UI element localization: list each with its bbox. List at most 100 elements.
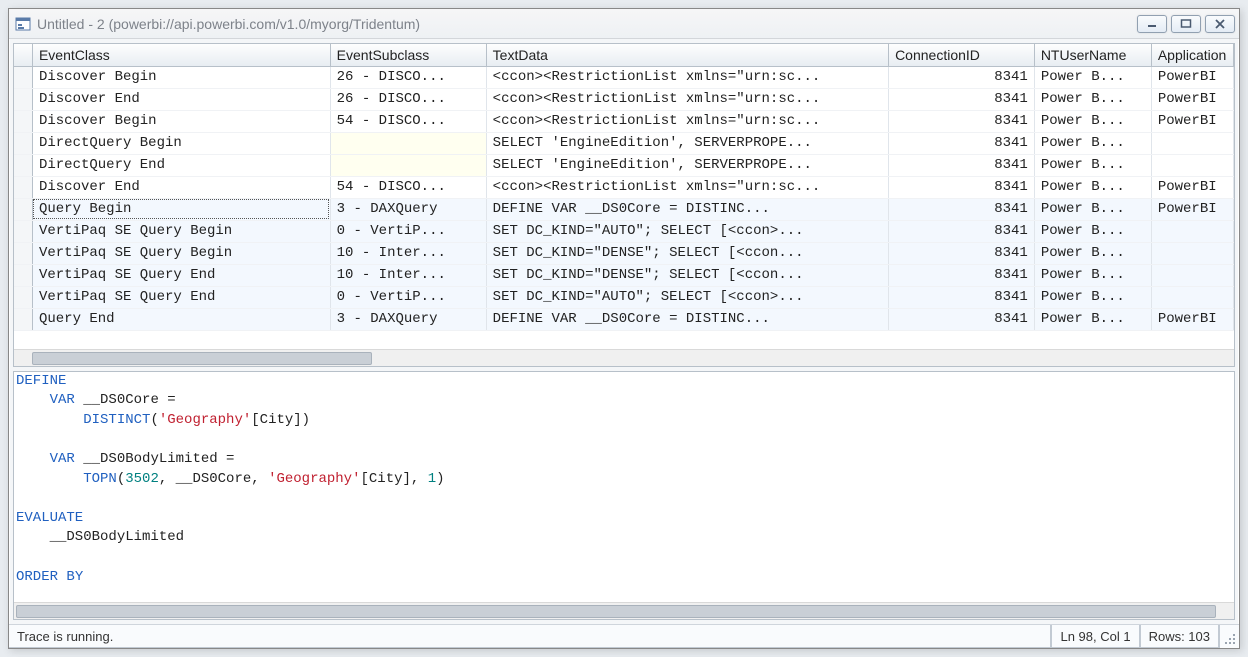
column-header[interactable]: ConnectionID [889,44,1035,66]
cell[interactable]: <ccon><RestrictionList xmlns="urn:sc... [486,110,888,132]
cell[interactable] [14,220,32,242]
titlebar[interactable]: Untitled - 2 (powerbi://api.powerbi.com/… [9,9,1239,39]
detail-text[interactable]: DEFINE VAR __DS0Core = DISTINCT('Geograp… [14,372,1234,602]
cell[interactable]: Power B... [1034,220,1151,242]
cell[interactable]: 54 - DISCO... [330,110,486,132]
table-row[interactable]: DirectQuery End SELECT 'EngineEdition', … [14,154,1234,176]
cell[interactable]: 3 - DAXQuery [330,308,486,330]
column-header[interactable]: EventSubclass [330,44,486,66]
cell[interactable]: PowerBI [1151,308,1233,330]
resize-grip[interactable] [1219,625,1239,648]
column-header[interactable]: NTUserName [1034,44,1151,66]
table-row[interactable]: VertiPaq SE Query Begin10 - Inter...SET … [14,242,1234,264]
cell[interactable] [14,286,32,308]
cell[interactable]: Power B... [1034,242,1151,264]
table-row[interactable]: VertiPaq SE Query End10 - Inter...SET DC… [14,264,1234,286]
table-row[interactable]: VertiPaq SE Query End0 - VertiP...SET DC… [14,286,1234,308]
cell[interactable]: 26 - DISCO... [330,66,486,88]
cell[interactable] [1151,154,1233,176]
cell[interactable]: 8341 [889,308,1035,330]
event-grid-scroll[interactable]: EventClassEventSubclassTextDataConnectio… [14,44,1234,349]
cell[interactable]: SELECT 'EngineEdition', SERVERPROPE... [486,154,888,176]
detail-hscrollbar[interactable] [14,602,1234,619]
cell[interactable]: VertiPaq SE Query Begin [32,220,330,242]
cell[interactable]: 8341 [889,110,1035,132]
column-header[interactable]: TextData [486,44,888,66]
cell[interactable]: 3 - DAXQuery [330,198,486,220]
cell[interactable]: 8341 [889,132,1035,154]
table-row[interactable]: DirectQuery Begin SELECT 'EngineEdition'… [14,132,1234,154]
cell[interactable]: DirectQuery Begin [32,132,330,154]
cell[interactable]: 8341 [889,154,1035,176]
cell[interactable] [14,66,32,88]
detail-hscrollbar-thumb[interactable] [16,605,1216,618]
cell[interactable]: <ccon><RestrictionList xmlns="urn:sc... [486,176,888,198]
table-row[interactable]: VertiPaq SE Query Begin0 - VertiP...SET … [14,220,1234,242]
cell[interactable]: DEFINE VAR __DS0Core = DISTINC... [486,198,888,220]
detail-pane[interactable]: DEFINE VAR __DS0Core = DISTINCT('Geograp… [13,371,1235,620]
cell[interactable] [1151,286,1233,308]
cell[interactable]: 8341 [889,286,1035,308]
cell[interactable]: Query End [32,308,330,330]
cell[interactable]: Power B... [1034,132,1151,154]
table-row[interactable]: Discover End26 - DISCO...<ccon><Restrict… [14,88,1234,110]
cell[interactable]: 26 - DISCO... [330,88,486,110]
cell[interactable] [1151,242,1233,264]
table-row[interactable]: Discover End54 - DISCO...<ccon><Restrict… [14,176,1234,198]
cell[interactable]: 8341 [889,242,1035,264]
cell[interactable]: 8341 [889,88,1035,110]
cell[interactable]: Power B... [1034,176,1151,198]
cell[interactable]: SET DC_KIND="AUTO"; SELECT [<ccon>... [486,220,888,242]
cell[interactable]: 8341 [889,66,1035,88]
cell[interactable]: Discover End [32,176,330,198]
cell[interactable]: VertiPaq SE Query End [32,264,330,286]
event-grid[interactable]: EventClassEventSubclassTextDataConnectio… [13,43,1235,367]
cell[interactable]: Power B... [1034,308,1151,330]
table-row[interactable]: Query Begin3 - DAXQueryDEFINE VAR __DS0C… [14,198,1234,220]
cell[interactable] [14,176,32,198]
cell[interactable] [330,154,486,176]
cell[interactable] [14,198,32,220]
cell[interactable]: PowerBI [1151,66,1233,88]
cell[interactable]: Power B... [1034,286,1151,308]
cell[interactable]: VertiPaq SE Query Begin [32,242,330,264]
cell[interactable]: 8341 [889,198,1035,220]
cell[interactable]: Power B... [1034,264,1151,286]
cell[interactable]: PowerBI [1151,176,1233,198]
table-row[interactable]: Query End3 - DAXQueryDEFINE VAR __DS0Cor… [14,308,1234,330]
cell[interactable] [14,242,32,264]
cell[interactable]: 10 - Inter... [330,242,486,264]
column-header[interactable]: EventClass [32,44,330,66]
cell[interactable]: DirectQuery End [32,154,330,176]
cell[interactable]: 8341 [889,264,1035,286]
cell[interactable]: SET DC_KIND="DENSE"; SELECT [<ccon... [486,264,888,286]
cell[interactable]: Discover Begin [32,110,330,132]
cell[interactable]: Query Begin [32,198,330,220]
close-button[interactable] [1205,15,1235,33]
cell[interactable]: SET DC_KIND="AUTO"; SELECT [<ccon>... [486,286,888,308]
cell[interactable]: Power B... [1034,198,1151,220]
cell[interactable]: 10 - Inter... [330,264,486,286]
column-header[interactable] [14,44,32,66]
cell[interactable]: 8341 [889,220,1035,242]
cell[interactable]: VertiPaq SE Query End [32,286,330,308]
cell[interactable] [1151,264,1233,286]
cell[interactable] [14,154,32,176]
cell[interactable]: 0 - VertiP... [330,286,486,308]
grid-hscrollbar[interactable] [14,349,1234,366]
cell[interactable]: Discover End [32,88,330,110]
cell[interactable] [14,308,32,330]
cell[interactable]: PowerBI [1151,88,1233,110]
minimize-button[interactable] [1137,15,1167,33]
grid-hscrollbar-thumb[interactable] [32,352,372,365]
cell[interactable]: SET DC_KIND="DENSE"; SELECT [<ccon... [486,242,888,264]
cell[interactable]: <ccon><RestrictionList xmlns="urn:sc... [486,66,888,88]
cell[interactable]: 0 - VertiP... [330,220,486,242]
cell[interactable] [1151,132,1233,154]
cell[interactable] [14,88,32,110]
cell[interactable]: 8341 [889,176,1035,198]
cell[interactable]: Power B... [1034,154,1151,176]
table-row[interactable]: Discover Begin26 - DISCO...<ccon><Restri… [14,66,1234,88]
column-header[interactable]: Application [1151,44,1233,66]
cell[interactable]: <ccon><RestrictionList xmlns="urn:sc... [486,88,888,110]
